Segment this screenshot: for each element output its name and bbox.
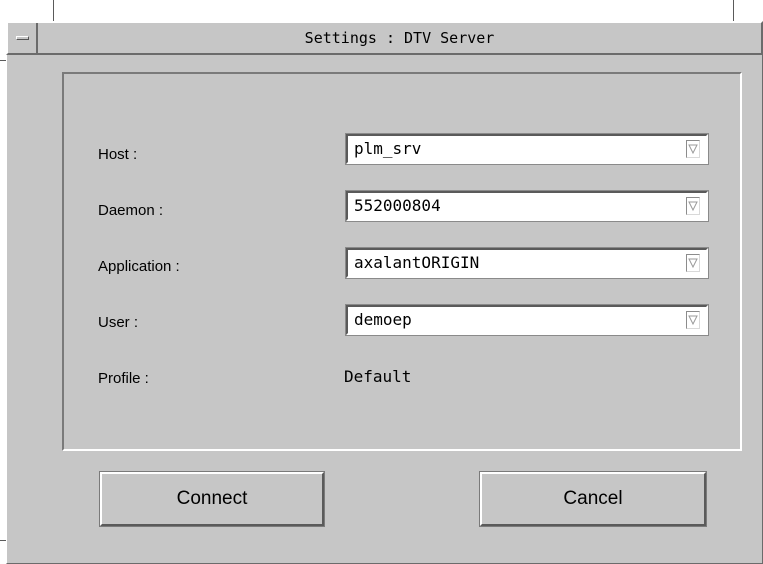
connect-button[interactable]: Connect [99,471,325,527]
window-menu-button[interactable] [8,23,38,53]
user-label: User : [98,314,139,331]
user-value: demoep [354,310,412,329]
combo-arrow-icon[interactable] [686,140,700,158]
cancel-button[interactable]: Cancel [479,471,707,527]
application-label: Application : [98,258,180,275]
host-combobox[interactable]: plm_srv [345,133,709,165]
user-combobox[interactable]: demoep [345,304,709,336]
title-bar[interactable]: Settings : DTV Server [6,21,763,55]
application-combobox[interactable]: axalantORIGIN [345,247,709,279]
combo-arrow-icon[interactable] [686,311,700,329]
host-label: Host : [98,146,138,163]
daemon-combobox[interactable]: 552000804 [345,190,709,222]
daemon-value: 552000804 [354,196,441,215]
frame-tick-top-right [733,0,734,21]
host-value: plm_srv [354,139,422,158]
daemon-label: Daemon : [98,202,164,219]
frame-tick-top-left [53,0,54,21]
window-menu-icon [15,36,29,40]
combo-arrow-icon[interactable] [686,197,700,215]
combo-arrow-icon[interactable] [686,254,700,272]
profile-value: Default [344,367,412,386]
profile-label: Profile : [98,370,149,387]
application-value: axalantORIGIN [354,253,480,272]
window-title: Settings : DTV Server [304,29,495,47]
